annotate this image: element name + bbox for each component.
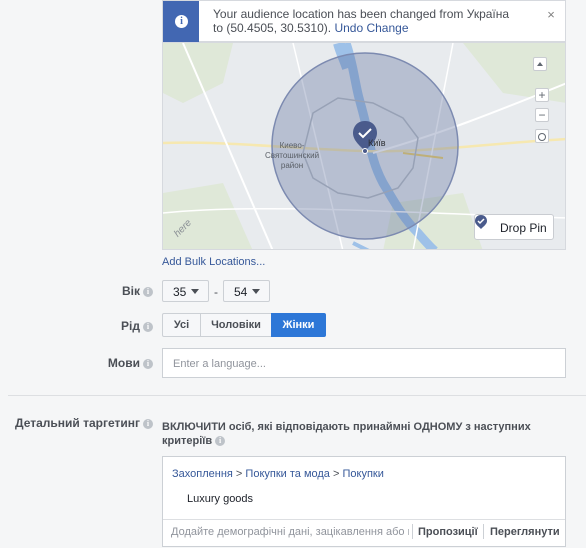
age-max-value: 54 (234, 285, 248, 299)
zoom-in-button[interactable]: + (535, 88, 549, 102)
locate-icon[interactable] (535, 129, 549, 143)
age-label-row: Вік i (60, 284, 153, 298)
breadcrumb-item[interactable]: Захоплення (172, 468, 233, 480)
notice-icon-panel: i (163, 1, 199, 42)
help-icon[interactable]: i (215, 436, 226, 447)
detailed-targeting-label: Детальний таргетинг (15, 416, 140, 430)
info-icon: i (175, 15, 188, 28)
district-label: Киево- Святошинский район (265, 141, 320, 170)
gender-women-button[interactable]: Жінки (271, 313, 326, 337)
age-min-select[interactable]: 35 (162, 280, 209, 302)
age-min-value: 35 (173, 285, 187, 299)
gender-selector: Усі Чоловіки Жінки (162, 313, 326, 337)
help-icon[interactable]: i (143, 321, 153, 332)
suggestions-button[interactable]: Пропозиції (418, 526, 478, 538)
city-label: Київ (368, 138, 386, 148)
chevron-down-icon (191, 289, 199, 294)
languages-label: Мови (107, 356, 140, 370)
breadcrumb-item[interactable]: Покупки (342, 468, 383, 480)
gender-men-button[interactable]: Чоловіки (200, 313, 272, 337)
separator (483, 524, 484, 539)
age-max-select[interactable]: 54 (223, 280, 270, 302)
help-icon[interactable]: i (143, 418, 153, 429)
undo-change-link[interactable]: Undo Change (334, 21, 408, 35)
targeting-description: ВКЛЮЧИТИ осіб, які відповідають принаймн… (162, 420, 562, 448)
separator (412, 524, 413, 539)
help-icon[interactable]: i (143, 286, 153, 297)
notice-text: Your audience location has been changed … (213, 7, 513, 35)
drop-pin-label: Drop Pin (500, 221, 547, 235)
breadcrumb-separator: > (235, 468, 243, 480)
gender-label-row: Рід i (60, 319, 153, 333)
selected-targeting-item[interactable]: Luxury goods (187, 493, 253, 505)
add-bulk-locations-link[interactable]: Add Bulk Locations... (162, 256, 265, 268)
breadcrumb: Захоплення > Покупки та мода > Покупки (172, 468, 384, 480)
location-changed-notice: i Your audience location has been change… (162, 0, 566, 42)
help-icon[interactable]: i (143, 358, 153, 369)
gender-label: Рід (121, 319, 140, 333)
language-input[interactable] (171, 350, 555, 378)
breadcrumb-item[interactable]: Покупки та мода (245, 468, 330, 480)
pin-icon (475, 215, 487, 229)
detailed-targeting-label-row: Детальний таргетинг i (10, 416, 153, 430)
breadcrumb-separator: > (332, 468, 340, 480)
close-icon[interactable]: × (545, 8, 557, 21)
section-divider (8, 395, 586, 396)
browse-button[interactable]: Переглянути (490, 526, 560, 538)
chevron-down-icon (252, 289, 260, 294)
zoom-out-button[interactable]: − (535, 108, 549, 122)
targeting-search-bar: Пропозиції Переглянути (163, 519, 565, 546)
location-map[interactable]: Киево- Святошинский район Київ here + − … (162, 42, 566, 250)
age-label: Вік (121, 284, 140, 298)
languages-label-row: Мови i (60, 356, 153, 370)
detailed-targeting-box: Захоплення > Покупки та мода > Покупки L… (162, 456, 566, 547)
age-separator: - (214, 285, 218, 299)
map-scroll-up-button[interactable] (533, 57, 547, 71)
drop-pin-button[interactable]: Drop Pin (474, 214, 554, 240)
targeting-search-input[interactable] (169, 525, 411, 539)
language-input-wrapper (162, 348, 566, 378)
gender-all-button[interactable]: Усі (162, 313, 201, 337)
